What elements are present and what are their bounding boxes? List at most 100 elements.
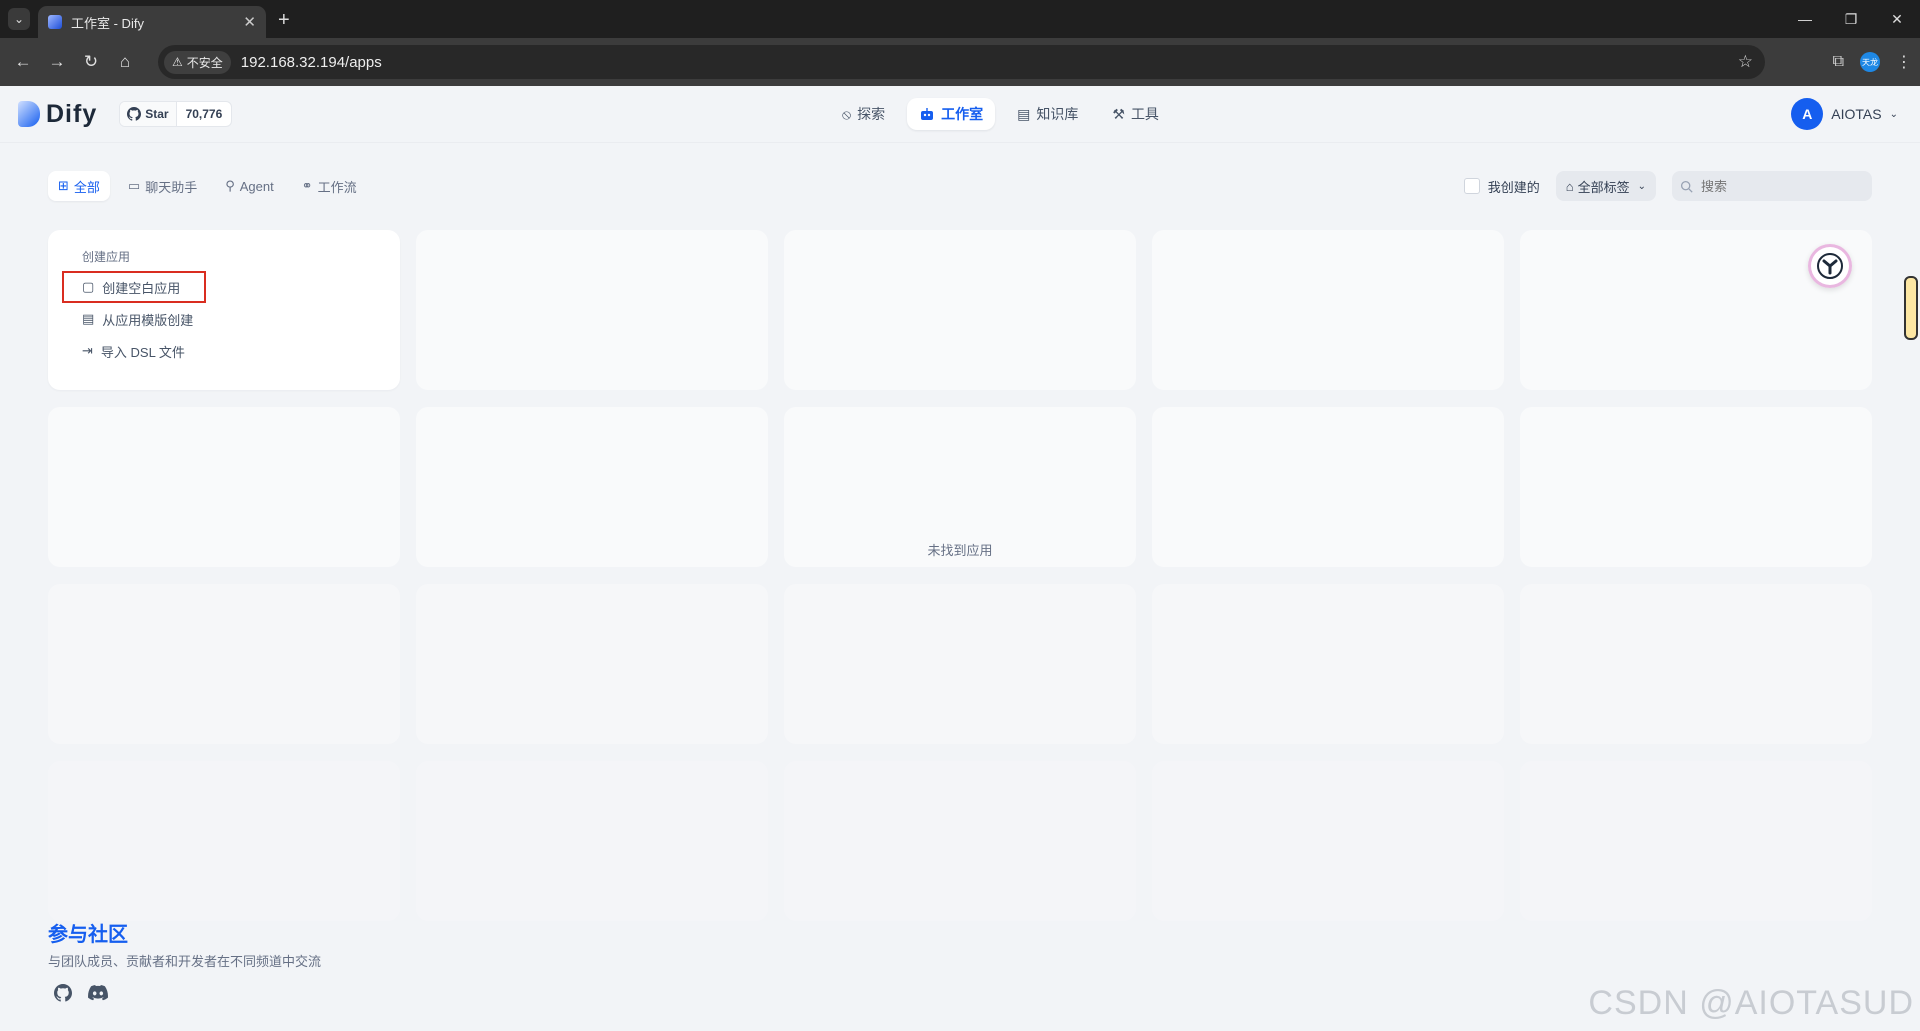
menu-kebab-icon[interactable]: ⋮ (1896, 52, 1912, 72)
github-star-button[interactable]: Star 70,776 (119, 101, 233, 127)
tag-filter-select[interactable]: ⌂ 全部标签 ⌄ (1555, 171, 1656, 201)
bookmark-star-icon[interactable]: ☆ (1738, 52, 1753, 72)
search-icon (1680, 180, 1693, 193)
extensions-icon[interactable]: ⧉ (1833, 53, 1844, 71)
tab-search-button[interactable]: ⌄ (8, 8, 30, 30)
address-bar[interactable]: ⚠ 不安全 192.168.32.194/apps ☆ (158, 45, 1765, 79)
app-card-placeholder (784, 584, 1136, 744)
star-label: Star (145, 107, 169, 121)
window-controls: — ❐ ✕ (1782, 0, 1920, 38)
home-icon[interactable]: ⌂ (108, 45, 142, 79)
compass-icon: ⦸ (842, 105, 852, 122)
tab-label: 工作流 (317, 179, 357, 195)
tag-icon: ⌂ (1565, 178, 1574, 194)
chat-icon: ▭ (127, 178, 141, 193)
nav-knowledge[interactable]: ▤ 知识库 (1005, 98, 1090, 130)
tab-title: 工作室 - Dify (71, 15, 144, 31)
browser-tab[interactable]: 工作室 - Dify ✕ (38, 6, 266, 38)
created-by-me-toggle[interactable]: 我创建的 (1463, 177, 1540, 196)
new-tab-button[interactable]: + (278, 9, 290, 32)
avatar: A (1791, 98, 1824, 130)
create-app-title: 创建应用 (82, 250, 131, 264)
github-icon (127, 107, 142, 121)
import-icon: ⇥ (82, 343, 93, 358)
grid-icon: ⊞ (58, 178, 69, 193)
github-icon[interactable] (54, 984, 72, 1002)
hammer-icon: ⚒ (1112, 105, 1125, 122)
create-from-template-button[interactable]: ▤ 从应用模版创建 (62, 303, 386, 335)
security-label: 不安全 (186, 55, 223, 70)
profile-avatar[interactable]: 天龙 (1860, 52, 1880, 72)
filter-right: 我创建的 ⌂ 全部标签 ⌄ (1463, 170, 1872, 202)
community-subtitle: 与团队成员、贡献者和开发者在不同频道中交流 (48, 954, 322, 969)
nav-tools[interactable]: ⚒ 工具 (1100, 98, 1171, 130)
search-input[interactable] (1699, 177, 1863, 195)
created-by-me-checkbox[interactable] (1463, 178, 1480, 194)
app-card-placeholder (1152, 584, 1504, 744)
filter-bar: ⊞ 全部 ▭ 聊天助手 ⚲ Agent ⚭ 工作流 我创建的 ⌂ 全部标签 ⌄ (48, 170, 1872, 202)
scrollbar-handle[interactable] (1904, 276, 1918, 340)
user-menu[interactable]: A AIOTAS ⌄ (1791, 98, 1898, 130)
url-text[interactable]: 192.168.32.194/apps (241, 54, 382, 71)
app-card-placeholder (1520, 584, 1872, 744)
warning-icon: ⚠ (172, 55, 183, 69)
assistant-float-button[interactable] (1808, 244, 1852, 288)
nav-label: 探索 (857, 106, 886, 122)
close-window-icon[interactable]: ✕ (1874, 0, 1920, 38)
agent-icon: ⚲ (225, 178, 235, 193)
community-title: 参与社区 (48, 924, 128, 946)
dify-logo-icon (18, 101, 40, 127)
github-star-left: Star (120, 102, 177, 126)
search-box[interactable] (1672, 171, 1872, 201)
workflow-icon: ⚭ (301, 178, 313, 193)
app-card-placeholder (416, 584, 768, 744)
tab-workflow[interactable]: ⚭ 工作流 (292, 171, 367, 201)
app-card-placeholder (1520, 761, 1872, 921)
app-grid: 创建应用 ▢ 创建空白应用 ▤ 从应用模版创建 ⇥ 导入 DSL 文件 (48, 230, 1872, 921)
chevron-down-icon: ⌄ (1637, 180, 1646, 192)
restore-icon[interactable]: ❐ (1828, 0, 1874, 38)
create-item-label: 从应用模版创建 (102, 312, 194, 328)
robot-icon (921, 108, 934, 120)
nav-studio[interactable]: 工作室 (907, 98, 996, 130)
user-name: AIOTAS (1831, 106, 1882, 122)
tab-chat-assistant[interactable]: ▭ 聊天助手 (118, 171, 207, 201)
nav-label: 工作室 (941, 106, 984, 122)
app-card-placeholder (1152, 230, 1504, 390)
forward-icon[interactable]: → (40, 45, 74, 79)
tag-filter-label: 全部标签 (1577, 179, 1630, 195)
chevron-down-icon: ⌄ (1889, 108, 1898, 120)
close-tab-icon[interactable]: ✕ (243, 13, 256, 31)
browser-tab-strip: ⌄ 工作室 - Dify ✕ + — ❐ ✕ (0, 0, 1920, 38)
tab-all[interactable]: ⊞ 全部 (48, 171, 110, 201)
dify-logo[interactable]: Dify (18, 100, 97, 129)
tab-agent[interactable]: ⚲ Agent (215, 171, 284, 201)
app-card-placeholder (1152, 761, 1504, 921)
minimize-icon[interactable]: — (1782, 0, 1828, 38)
file-plus-icon: ▢ (82, 279, 95, 294)
reload-icon[interactable]: ↻ (74, 45, 108, 79)
created-by-me-label: 我创建的 (1487, 179, 1540, 195)
browser-toolbar: ← → ↻ ⌂ ⚠ 不安全 192.168.32.194/apps ☆ ⧉ 天龙… (0, 38, 1920, 86)
dify-favicon-icon (48, 15, 62, 29)
create-item-label: 导入 DSL 文件 (100, 344, 185, 360)
watermark-text: CSDN @AIOTASUD (1588, 984, 1914, 1022)
tab-label: 全部 (73, 179, 100, 195)
nav-label: 工具 (1130, 106, 1159, 122)
app-card-placeholder (416, 761, 768, 921)
nav-explore[interactable]: ⦸ 探索 (830, 98, 897, 130)
star-count: 70,776 (185, 107, 223, 121)
main-nav: ⦸ 探索 工作室 ▤ 知识库 ⚒ 工具 (830, 98, 1171, 130)
app-card-placeholder (784, 230, 1136, 390)
app-card-placeholder (784, 761, 1136, 921)
import-dsl-button[interactable]: ⇥ 导入 DSL 文件 (62, 335, 386, 367)
empty-state-text: 未找到应用 (927, 543, 993, 558)
create-item-label: 创建空白应用 (102, 280, 181, 296)
discord-icon[interactable] (88, 984, 108, 1002)
security-chip[interactable]: ⚠ 不安全 (164, 50, 231, 74)
app-card-placeholder (48, 761, 400, 921)
back-icon[interactable]: ← (6, 45, 40, 79)
app-header: Dify Star 70,776 ⦸ 探索 工作室 ▤ 知识库 ⚒ 工具 A A… (0, 86, 1920, 143)
toolbar-right: ⧉ 天龙 ⋮ (1833, 38, 1912, 86)
create-blank-app-button[interactable]: ▢ 创建空白应用 (62, 271, 206, 303)
